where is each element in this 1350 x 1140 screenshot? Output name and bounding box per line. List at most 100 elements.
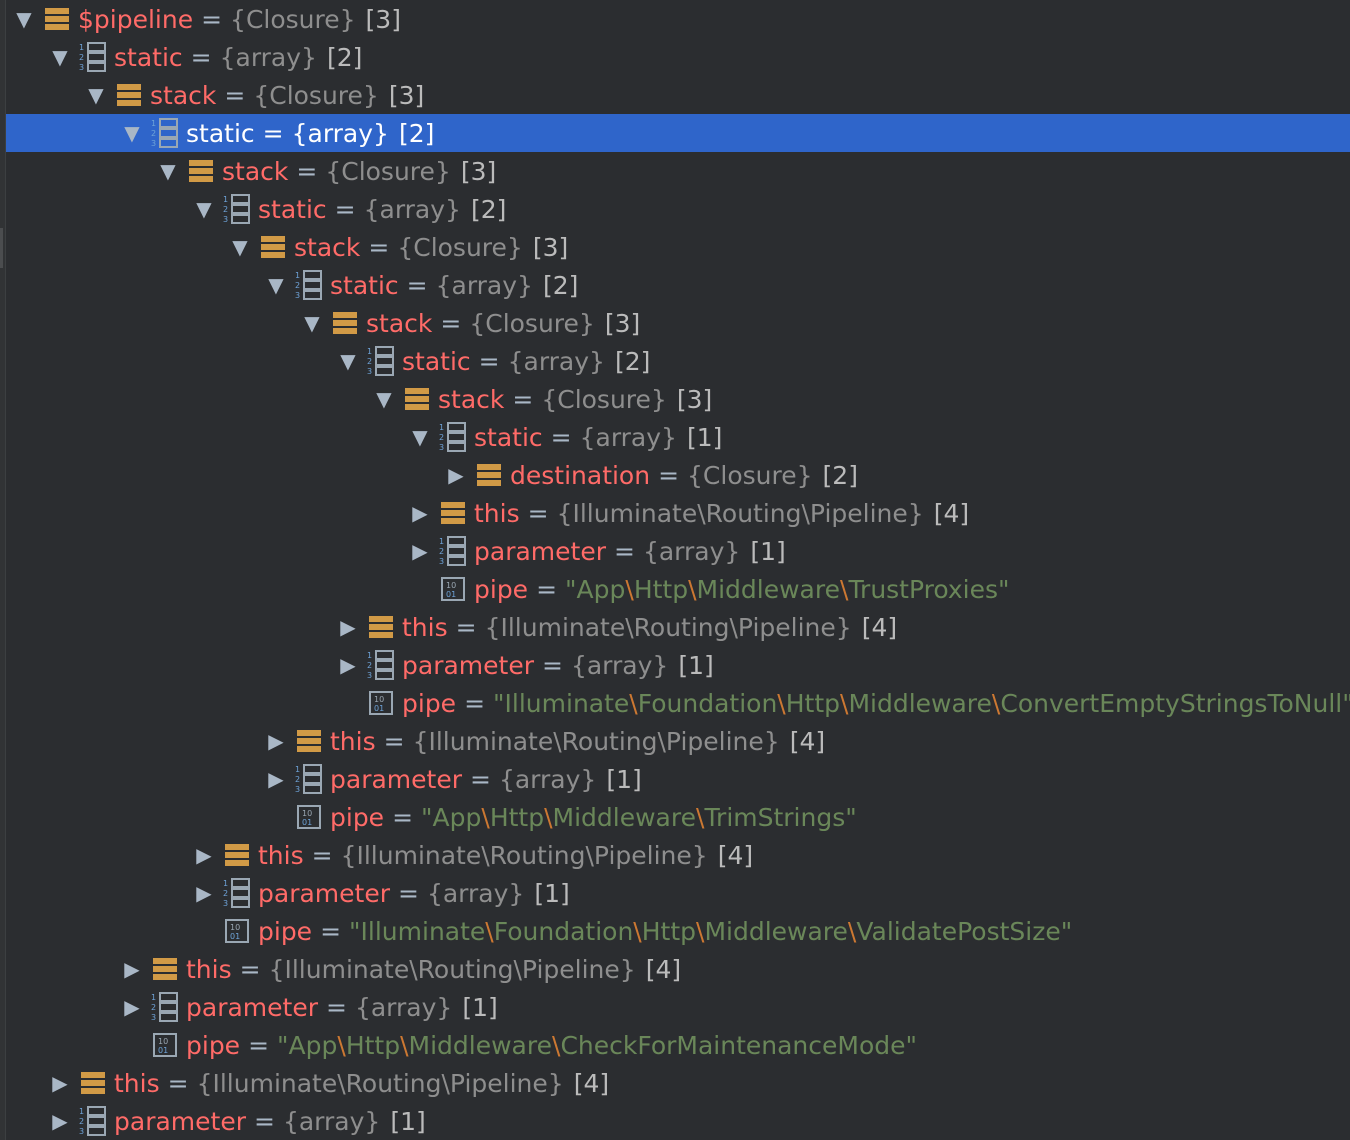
- child-count: [3]: [676, 384, 713, 414]
- collapse-arrow-icon[interactable]: ▼: [6, 0, 42, 38]
- expand-arrow-icon[interactable]: ▶: [186, 874, 222, 912]
- svg-text:1: 1: [295, 271, 300, 280]
- tree-row[interactable]: ▶ this = {Illuminate\Routing\Pipeline} [4]: [6, 722, 1350, 760]
- tree-row[interactable]: ▶ destination = {Closure} [2]: [6, 456, 1350, 494]
- child-count: [1]: [678, 650, 714, 680]
- tree-row[interactable]: ▼ stack = {Closure} [3]: [6, 380, 1350, 418]
- variable-name: pipe: [330, 802, 385, 832]
- svg-text:1: 1: [367, 347, 372, 356]
- expand-arrow-icon[interactable]: ▶: [330, 608, 366, 646]
- tree-row[interactable]: ▶ this = {Illuminate\Routing\Pipeline} [4]: [6, 836, 1350, 874]
- value-segment: ConvertEmptyStringsToNull": [1000, 688, 1350, 718]
- tree-row[interactable]: ▼ stack = {Closure} [3]: [6, 304, 1350, 342]
- expand-arrow-icon[interactable]: ▶: [402, 532, 438, 570]
- collapse-arrow-icon[interactable]: ▼: [186, 190, 222, 228]
- expand-arrow-icon[interactable]: ▶: [402, 494, 438, 532]
- variable-name: stack: [222, 156, 289, 186]
- tree-row[interactable]: ▶1001pipe="App\Http\Middleware\TrimStrin…: [6, 798, 1350, 836]
- string-icon: 10 01: [222, 916, 252, 946]
- expand-arrow-icon[interactable]: ▶: [258, 722, 294, 760]
- object-icon: [114, 80, 144, 110]
- value-type: {Illuminate\Routing\Pipeline}: [556, 498, 924, 528]
- equals-sign: =: [311, 840, 333, 870]
- tree-row[interactable]: ▶1001pipe="Illuminate\Foundation\Http\Mi…: [6, 912, 1350, 950]
- collapse-arrow-icon[interactable]: ▼: [42, 38, 78, 76]
- variable-name: parameter: [186, 992, 318, 1022]
- variable-name: parameter: [402, 650, 534, 680]
- expand-arrow-icon[interactable]: ▶: [42, 1064, 78, 1102]
- tree-row[interactable]: ▶1001pipe="App\Http\Middleware\CheckForM…: [6, 1026, 1350, 1064]
- expand-arrow-icon[interactable]: ▶: [258, 760, 294, 798]
- expand-arrow-icon[interactable]: ▶: [330, 646, 366, 684]
- tree-row[interactable]: ▼ 1 2 3 static = {array} [1]: [6, 418, 1350, 456]
- tree-row[interactable]: ▼ 1 2 3 static = {array} [2]: [6, 342, 1350, 380]
- expand-arrow-icon[interactable]: ▶: [114, 950, 150, 988]
- tree-row[interactable]: ▶ this = {Illuminate\Routing\Pipeline} [4]: [6, 950, 1350, 988]
- equals-sign: =: [527, 498, 549, 528]
- path-separator: \: [337, 1030, 346, 1060]
- tree-row[interactable]: ▶ 1 2 3 parameter = {array} [1]: [6, 874, 1350, 912]
- svg-text:3: 3: [367, 671, 372, 680]
- variable-name: this: [258, 840, 304, 870]
- svg-text:01: 01: [158, 1046, 168, 1055]
- collapse-arrow-icon[interactable]: ▼: [222, 228, 258, 266]
- tree-row[interactable]: ▶1001pipe="App\Http\Middleware\TrustProx…: [6, 570, 1350, 608]
- tree-row[interactable]: ▶ this = {Illuminate\Routing\Pipeline} [4]: [6, 608, 1350, 646]
- tree-row[interactable]: ▼ stack = {Closure} [3]: [6, 228, 1350, 266]
- child-count: [3]: [365, 4, 401, 34]
- tree-row[interactable]: ▼ 1 2 3 static = {array} [2]: [6, 190, 1350, 228]
- equals-sign: =: [320, 916, 342, 946]
- expand-arrow-icon[interactable]: ▶: [42, 1102, 78, 1140]
- collapse-arrow-icon[interactable]: ▼: [294, 304, 330, 342]
- collapse-arrow-icon[interactable]: ▼: [366, 380, 402, 418]
- value-segment: Http: [641, 916, 697, 946]
- variable-name: parameter: [474, 536, 606, 566]
- tree-row[interactable]: ▶ 1 2 3 parameter = {array} [1]: [6, 1102, 1350, 1140]
- tree-row[interactable]: ▶ 1 2 3 parameter = {array} [1]: [6, 760, 1350, 798]
- variable-name: stack: [294, 232, 361, 262]
- tree-row[interactable]: ▶ 1 2 3 parameter = {array} [1]: [6, 646, 1350, 684]
- expand-arrow-icon[interactable]: ▶: [114, 988, 150, 1026]
- collapse-arrow-icon[interactable]: ▼: [114, 114, 150, 152]
- tree-row[interactable]: ▶ this = {Illuminate\Routing\Pipeline} [4]: [6, 494, 1350, 532]
- object-icon: [42, 4, 72, 34]
- tree-row[interactable]: ▼ stack = {Closure} [3]: [6, 76, 1350, 114]
- value-segment: TrustProxies": [848, 574, 1010, 604]
- equals-sign: =: [334, 194, 356, 224]
- value-segment: "App: [277, 1030, 338, 1060]
- value-type: {array}: [579, 422, 677, 452]
- tree-row[interactable]: ▼ 1 2 3 static = {array} [2]: [6, 266, 1350, 304]
- tree-row[interactable]: ▶ 1 2 3 parameter = {array} [1]: [6, 532, 1350, 570]
- equals-sign: =: [469, 764, 491, 794]
- equals-sign: =: [392, 802, 414, 832]
- tree-row[interactable]: ▼ stack = {Closure} [3]: [6, 152, 1350, 190]
- tree-row[interactable]: ▶ 1 2 3 parameter = {array} [1]: [6, 988, 1350, 1026]
- collapse-arrow-icon[interactable]: ▼: [330, 342, 366, 380]
- variable-name: destination: [510, 460, 651, 490]
- tree-row[interactable]: ▼ $pipeline = {Closure} [3]: [6, 0, 1350, 38]
- object-icon: [150, 954, 180, 984]
- svg-text:1: 1: [367, 651, 372, 660]
- value-segment: Http: [633, 574, 689, 604]
- collapse-arrow-icon[interactable]: ▼: [258, 266, 294, 304]
- tree-row[interactable]: ▼ 1 2 3 static = {array} [2]: [6, 114, 1350, 152]
- value-segment: "Illuminate: [493, 688, 630, 718]
- child-count: [1]: [606, 764, 642, 794]
- value-segment: Foundation: [493, 916, 634, 946]
- tree-row[interactable]: ▶1001pipe="Illuminate\Foundation\Http\Mi…: [6, 684, 1350, 722]
- collapse-arrow-icon[interactable]: ▼: [78, 76, 114, 114]
- string-value: "App\Http\Middleware\CheckForMaintenance…: [277, 1031, 917, 1060]
- variable-name: static: [186, 118, 255, 148]
- equals-sign: =: [397, 878, 419, 908]
- equals-sign: =: [658, 460, 680, 490]
- tree-row[interactable]: ▶ this = {Illuminate\Routing\Pipeline} [4]: [6, 1064, 1350, 1102]
- expand-arrow-icon[interactable]: ▶: [438, 456, 474, 494]
- collapse-arrow-icon[interactable]: ▼: [150, 152, 186, 190]
- equals-sign: =: [325, 992, 347, 1022]
- value-type: {Closure}: [253, 80, 379, 110]
- tree-row[interactable]: ▼ 1 2 3 static = {array} [2]: [6, 38, 1350, 76]
- expand-arrow-icon[interactable]: ▶: [186, 836, 222, 874]
- variable-name: stack: [150, 80, 217, 110]
- variable-name: parameter: [114, 1106, 246, 1136]
- collapse-arrow-icon[interactable]: ▼: [402, 418, 438, 456]
